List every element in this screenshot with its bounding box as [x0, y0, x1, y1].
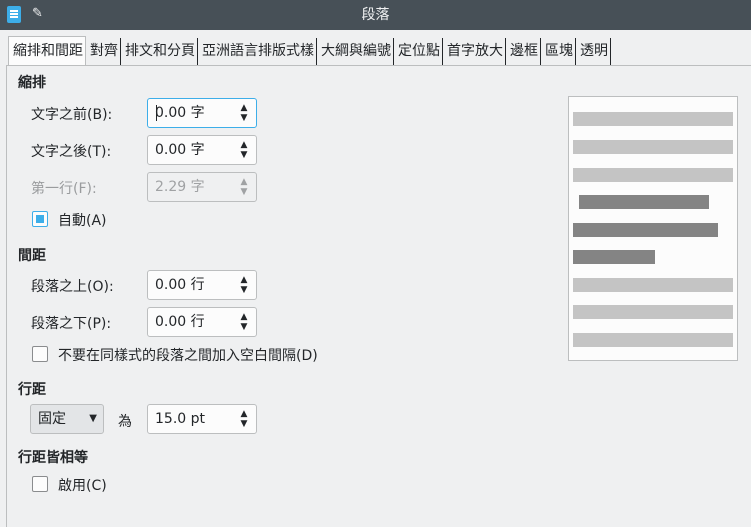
preview-current-line [579, 195, 709, 209]
preview-line [573, 333, 733, 347]
decrement-icon[interactable]: ▼ [238, 322, 250, 332]
activate-register-label[interactable]: 啟用(C) [58, 475, 107, 495]
preview-line [573, 140, 733, 154]
above-paragraph-spinbox[interactable]: 0.00 行 ▲ ▼ [147, 270, 257, 300]
paragraph-preview [568, 96, 738, 361]
after-text-spinbox[interactable]: 0.00 字 ▲ ▼ [147, 135, 257, 165]
spacing-heading: 間距 [18, 248, 46, 264]
indent-heading: 縮排 [18, 75, 46, 91]
preview-line [573, 168, 733, 182]
tab-alignment[interactable]: 對齊 [86, 38, 121, 66]
decrement-icon[interactable]: ▼ [238, 150, 250, 160]
auto-label[interactable]: 自動(A) [58, 210, 107, 230]
above-paragraph-label: 段落之上(O): [31, 279, 114, 295]
no-space-same-style-checkbox[interactable] [32, 346, 48, 362]
tab-transparency[interactable]: 透明 [576, 38, 611, 66]
tab-borders[interactable]: 邊框 [506, 38, 541, 66]
increment-icon[interactable]: ▲ [238, 140, 250, 150]
first-line-label: 第一行(F): [31, 181, 97, 197]
preview-line [573, 112, 733, 126]
decrement-icon[interactable]: ▼ [238, 285, 250, 295]
line-spacing-value: 15.0 pt [155, 411, 205, 427]
preview-current-line [573, 250, 655, 264]
window-title: 段落 [361, 7, 390, 23]
decrement-icon: ▼ [240, 187, 248, 197]
line-spacing-mode-value: 固定 [38, 411, 66, 427]
decrement-icon[interactable]: ▼ [238, 113, 250, 123]
tab-tabs[interactable]: 定位點 [394, 38, 443, 66]
preview-line [573, 278, 733, 292]
tab-bar: 縮排和間距 對齊 排文和分頁 亞洲語言排版式樣 大綱與編號 定位點 首字放大 邊… [8, 36, 611, 66]
register-true-heading: 行距皆相等 [18, 450, 88, 466]
below-paragraph-spinbox[interactable]: 0.00 行 ▲ ▼ [147, 307, 257, 337]
first-line-value: 2.29 字 [155, 179, 205, 195]
above-paragraph-value: 0.00 行 [155, 277, 205, 293]
increment-icon: ▲ [240, 177, 248, 187]
preview-line [573, 305, 733, 319]
increment-icon[interactable]: ▲ [238, 103, 250, 113]
line-spacing-mode-dropdown[interactable]: 固定 ▼ [30, 404, 104, 434]
tab-indents-spacing[interactable]: 縮排和間距 [8, 36, 86, 66]
tab-asian-typography[interactable]: 亞洲語言排版式樣 [198, 38, 317, 66]
auto-checkbox[interactable] [32, 211, 48, 227]
no-space-same-style-label[interactable]: 不要在同樣式的段落之間加入空白間隔(D) [58, 345, 318, 365]
increment-icon[interactable]: ▲ [238, 312, 250, 322]
first-line-spinbox: 2.29 字 ▲ ▼ [147, 172, 257, 202]
before-text-value: 0.00 字 [155, 105, 205, 121]
tab-text-flow[interactable]: 排文和分頁 [121, 38, 198, 66]
tab-outline-numbering[interactable]: 大綱與編號 [317, 38, 394, 66]
increment-icon[interactable]: ▲ [238, 409, 250, 419]
before-text-label: 文字之前(B): [31, 107, 113, 123]
preview-current-line [573, 223, 718, 237]
below-paragraph-label: 段落之下(P): [31, 316, 112, 332]
line-spacing-value-spinbox[interactable]: 15.0 pt ▲ ▼ [147, 404, 257, 434]
decrement-icon[interactable]: ▼ [238, 419, 250, 429]
after-text-label: 文字之後(T): [31, 144, 112, 160]
below-paragraph-value: 0.00 行 [155, 314, 205, 330]
line-spacing-heading: 行距 [18, 382, 46, 398]
title-bar: ✎ 段落 [0, 0, 751, 30]
line-spacing-of-label: 為 [118, 414, 132, 430]
activate-register-checkbox[interactable] [32, 476, 48, 492]
chevron-down-icon: ▼ [89, 413, 97, 424]
tab-drop-caps[interactable]: 首字放大 [443, 38, 506, 66]
before-text-spinbox[interactable]: 0.00 字 ▲ ▼ [147, 98, 257, 128]
after-text-value: 0.00 字 [155, 142, 205, 158]
increment-icon[interactable]: ▲ [238, 275, 250, 285]
tab-area[interactable]: 區塊 [541, 38, 576, 66]
